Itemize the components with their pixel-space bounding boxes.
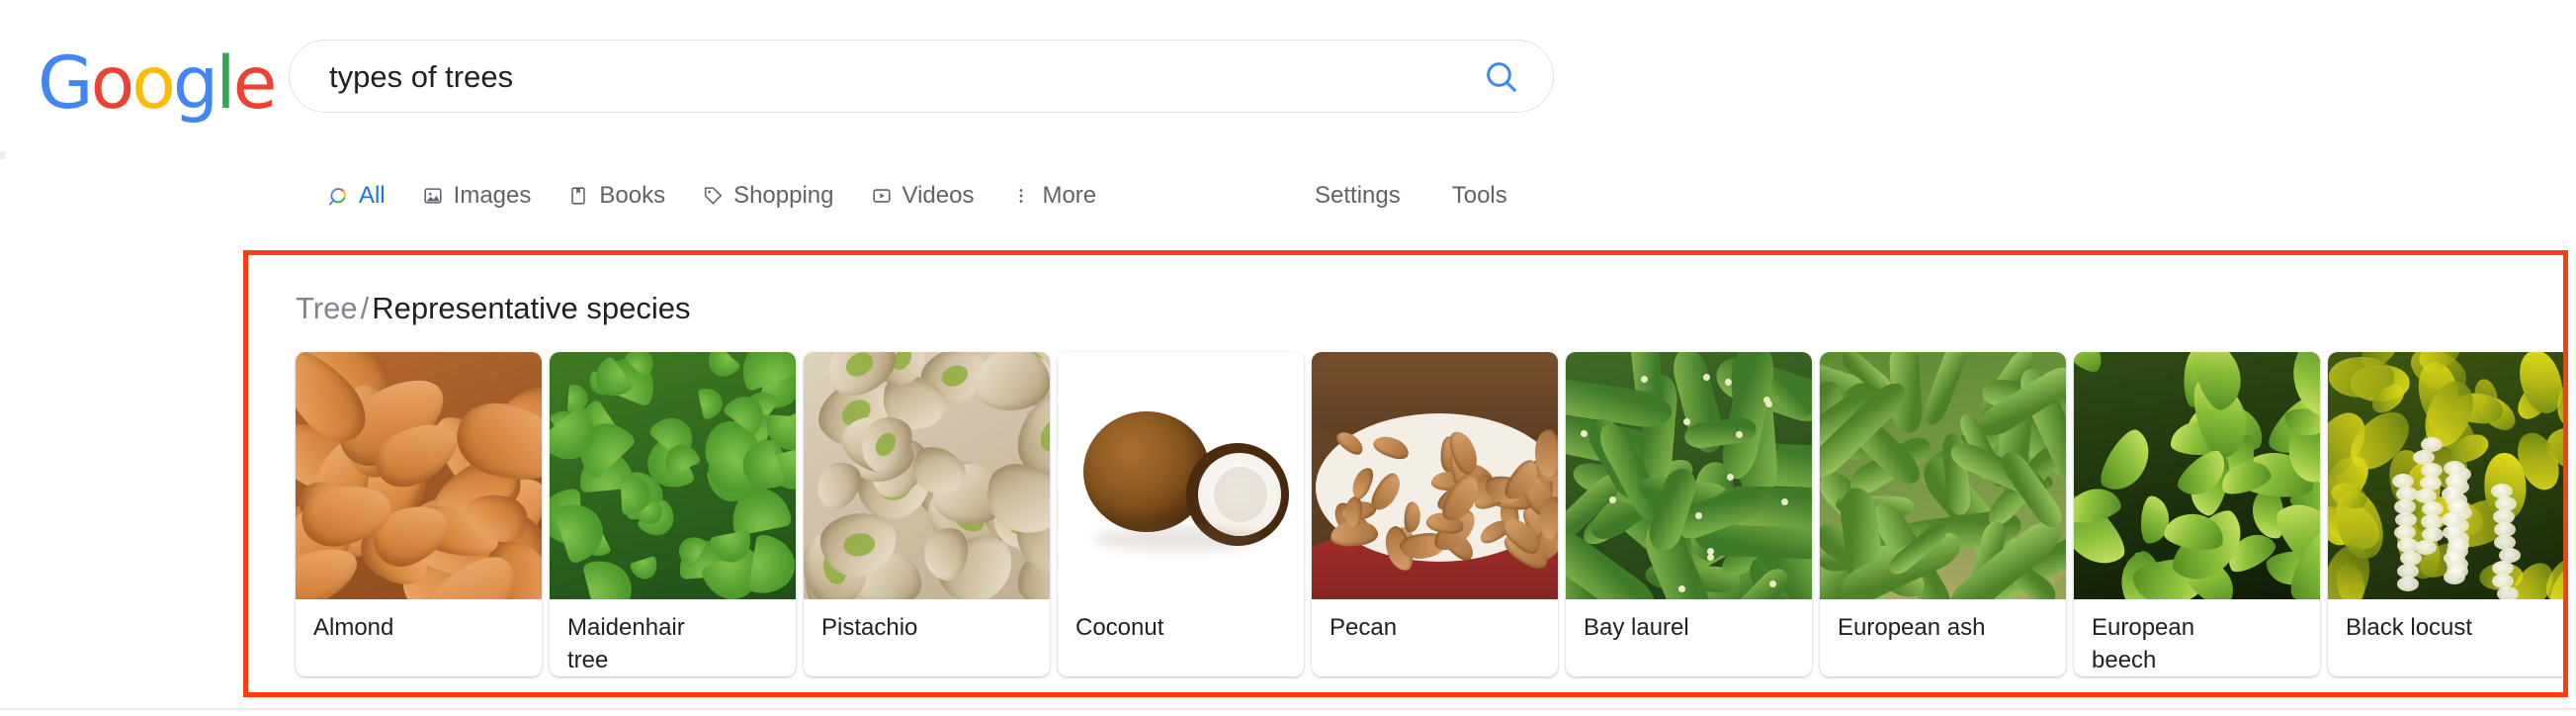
more-vertical-icon bbox=[1009, 184, 1033, 208]
tab-label: Books bbox=[599, 182, 665, 210]
tab-all[interactable]: All bbox=[326, 176, 386, 216]
search-tabs: All Images Books Shopping Videos More bbox=[326, 176, 1132, 216]
coconut-halves-photo bbox=[1058, 352, 1304, 599]
tab-more[interactable]: More bbox=[1009, 176, 1096, 216]
card-label: Maidenhair tree bbox=[567, 611, 784, 676]
carousel-card-list: Almond Maidenhair tree Pistachio Coconut Pec… bbox=[296, 352, 2568, 688]
logo-letter-5: e bbox=[233, 47, 275, 120]
search-bar[interactable] bbox=[289, 40, 1554, 113]
almond-nuts-photo bbox=[296, 352, 542, 599]
tab-label: Shopping bbox=[733, 182, 833, 210]
card-label: Coconut bbox=[1075, 611, 1292, 644]
carousel-card[interactable]: Pistachio bbox=[804, 352, 1050, 676]
google-logo[interactable]: Google bbox=[38, 47, 274, 120]
card-label: Bay laurel bbox=[1584, 611, 1800, 644]
tool-label: Tools bbox=[1452, 182, 1507, 210]
carousel-card[interactable]: European ash bbox=[1820, 352, 2066, 676]
carousel-card[interactable]: Pecan bbox=[1312, 352, 1558, 676]
carousel-card[interactable]: European beech bbox=[2074, 352, 2320, 676]
logo-letter-2: o bbox=[131, 47, 173, 120]
tools-button[interactable]: Tools bbox=[1452, 176, 1507, 216]
book-icon bbox=[566, 184, 590, 208]
beech-leaves-photo bbox=[2074, 352, 2320, 599]
carousel-card[interactable]: Almond bbox=[296, 352, 542, 676]
bay-laurel-leaves-photo bbox=[1566, 352, 1812, 599]
search-header: Google AllImagesBooksShoppingVideosMore … bbox=[0, 0, 2576, 242]
carousel-card[interactable]: Bay laurel bbox=[1566, 352, 1812, 676]
card-label: Pistachio bbox=[821, 611, 1038, 644]
tab-images[interactable]: Images bbox=[421, 176, 532, 216]
carousel-card[interactable]: Maidenhair tree bbox=[550, 352, 796, 676]
logo-letter-3: g bbox=[173, 47, 215, 120]
tab-label: Images bbox=[454, 182, 532, 210]
tab-label: All bbox=[359, 182, 386, 210]
ash-foliage-photo bbox=[1820, 352, 2066, 599]
logo-letter-0: G bbox=[38, 47, 91, 120]
tab-videos[interactable]: Videos bbox=[870, 176, 975, 216]
card-label: Black locust bbox=[2346, 611, 2562, 644]
tab-label: More bbox=[1042, 182, 1096, 210]
tab-label: Videos bbox=[902, 182, 975, 210]
card-label: Almond bbox=[313, 611, 530, 644]
tab-shopping[interactable]: Shopping bbox=[701, 176, 833, 216]
search-input[interactable] bbox=[329, 41, 1417, 114]
carousel-separator: / bbox=[358, 291, 373, 325]
carousel-card[interactable]: Coconut bbox=[1058, 352, 1304, 676]
tab-books[interactable]: Books bbox=[566, 176, 665, 216]
settings-button[interactable]: Settings bbox=[1315, 176, 1401, 216]
logo-letter-4: l bbox=[215, 47, 232, 120]
card-label: Pecan bbox=[1330, 611, 1546, 644]
carousel-heading: Representative species bbox=[372, 291, 690, 325]
carousel-title: Tree/Representative species bbox=[296, 292, 690, 325]
search-icon[interactable] bbox=[1482, 57, 1521, 97]
search-tools-group: Settings Tools bbox=[1315, 176, 1559, 216]
representative-species-carousel: Tree/Representative species Almond Maiden… bbox=[243, 250, 2568, 697]
card-label: European ash bbox=[1838, 611, 2054, 644]
card-label: European beech bbox=[2092, 611, 2308, 676]
carousel-card[interactable]: Black locust bbox=[2328, 352, 2568, 676]
stray-mark bbox=[0, 151, 5, 159]
pistachio-nuts-photo bbox=[804, 352, 1050, 599]
carousel-breadcrumb[interactable]: Tree bbox=[296, 291, 358, 325]
image-icon bbox=[421, 184, 445, 208]
page-divider bbox=[0, 708, 2576, 710]
black-locust-bloom-photo bbox=[2328, 352, 2568, 599]
video-icon bbox=[870, 184, 894, 208]
ginkgo-leaves-photo bbox=[550, 352, 796, 599]
tag-icon bbox=[701, 184, 725, 208]
pecan-bowl-photo bbox=[1312, 352, 1558, 599]
tool-label: Settings bbox=[1315, 182, 1401, 210]
logo-letter-1: o bbox=[91, 47, 132, 120]
google-search-icon bbox=[326, 184, 350, 208]
